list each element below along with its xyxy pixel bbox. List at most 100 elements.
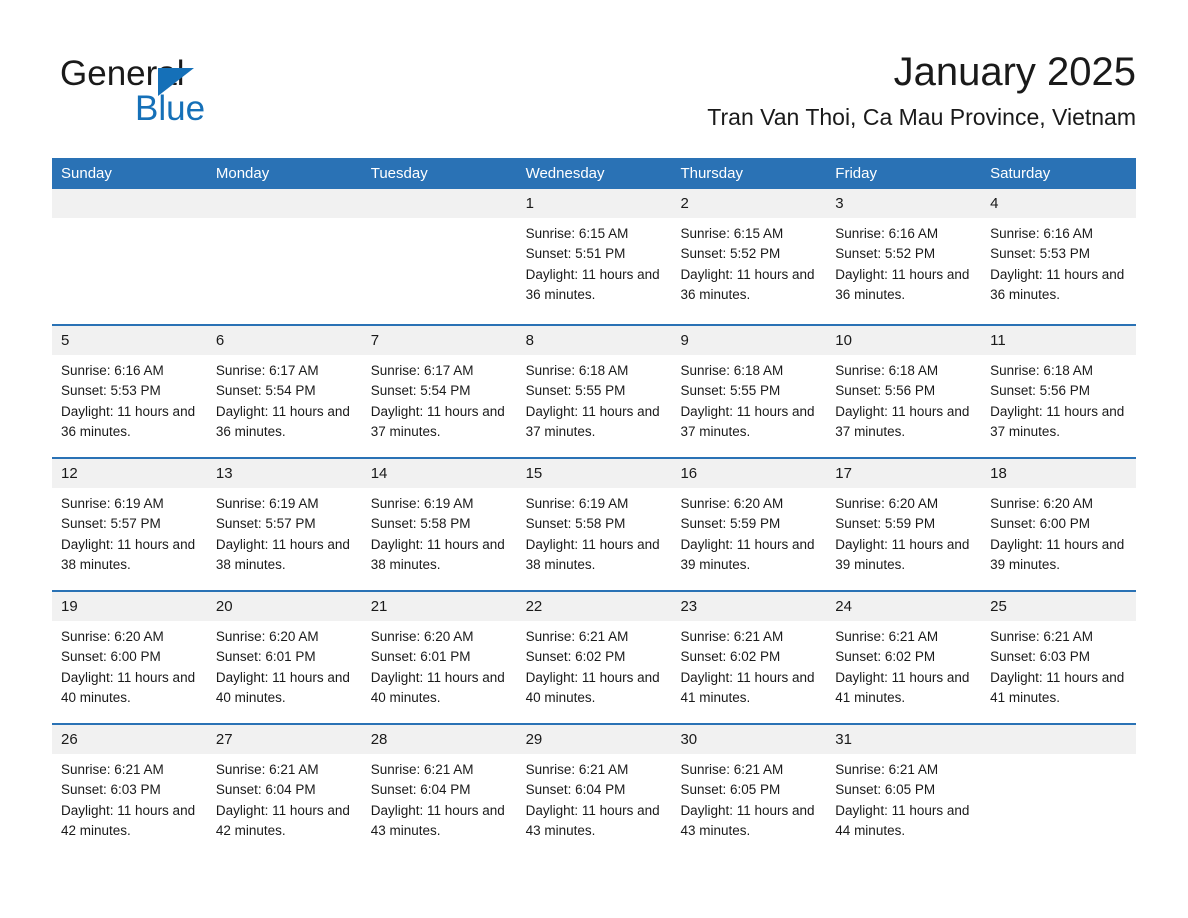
day-cell[interactable]: 17 Sunrise: 6:20 AM Sunset: 5:59 PM Dayl… [826,459,982,590]
weekday-header-thursday: Thursday [680,165,743,182]
day-cell[interactable]: 25 Sunrise: 6:21 AM Sunset: 6:03 PM Dayl… [981,592,1137,723]
daylight-text: Daylight: 11 hours and 38 minutes. [370,536,505,572]
calendar-page: General Blue January 2025 Tran Van Thoi,… [0,0,1188,918]
day-details: Sunrise: 6:21 AM Sunset: 6:04 PM Dayligh… [362,754,517,841]
sunrise-text: Sunrise: 6:21 AM [835,629,939,644]
day-cell[interactable]: 11 Sunrise: 6:18 AM Sunset: 5:56 PM Dayl… [981,326,1137,457]
sunrise-text: Sunrise: 6:16 AM [61,363,164,378]
day-details [52,218,207,224]
daylight-text: Daylight: 11 hours and 37 minutes. [370,403,505,439]
day-cell[interactable]: 29 Sunrise: 6:21 AM Sunset: 6:04 PM Dayl… [516,725,672,856]
sunrise-text: Sunrise: 6:21 AM [680,762,784,777]
sunset-text: Sunset: 5:58 PM [370,516,471,532]
day-cell[interactable]: 26 Sunrise: 6:21 AM Sunset: 6:03 PM Dayl… [52,725,207,856]
weekday-header-monday: Monday [215,165,270,182]
daylight-text: Daylight: 11 hours and 37 minutes. [835,403,970,439]
day-number-band: 18 [981,459,1137,488]
sunset-text: Sunset: 6:05 PM [835,782,936,798]
daylight-text: Daylight: 11 hours and 43 minutes. [680,802,815,838]
daylight-text: Daylight: 11 hours and 42 minutes. [61,802,196,838]
day-cell[interactable]: 30 Sunrise: 6:21 AM Sunset: 6:05 PM Dayl… [671,725,827,856]
day-number-band: 13 [206,459,362,488]
day-cell[interactable]: 9 Sunrise: 6:18 AM Sunset: 5:55 PM Dayli… [671,326,827,457]
day-cell[interactable]: 12 Sunrise: 6:19 AM Sunset: 5:57 PM Dayl… [52,459,207,590]
sunset-text: Sunset: 6:02 PM [680,649,781,665]
sunrise-text: Sunrise: 6:19 AM [370,496,474,511]
day-number-band [52,189,207,218]
day-cell[interactable]: 22 Sunrise: 6:21 AM Sunset: 6:02 PM Dayl… [516,592,672,723]
day-cell[interactable]: 31 Sunrise: 6:21 AM Sunset: 6:05 PM Dayl… [826,725,982,856]
day-cell[interactable] [52,189,207,324]
day-number-band: 2 [671,189,827,218]
day-cell[interactable]: 19 Sunrise: 6:20 AM Sunset: 6:00 PM Dayl… [52,592,207,723]
day-details: Sunrise: 6:19 AM Sunset: 5:57 PM Dayligh… [52,488,207,575]
day-details: Sunrise: 6:19 AM Sunset: 5:58 PM Dayligh… [517,488,672,575]
weekday-header-sunday: Sunday [61,165,112,182]
sunset-text: Sunset: 5:58 PM [525,516,626,532]
daylight-text: Daylight: 11 hours and 36 minutes. [835,266,970,302]
day-cell[interactable]: 5 Sunrise: 6:16 AM Sunset: 5:53 PM Dayli… [52,326,207,457]
day-cell[interactable]: 3 Sunrise: 6:16 AM Sunset: 5:52 PM Dayli… [826,189,982,324]
day-cell[interactable]: 28 Sunrise: 6:21 AM Sunset: 6:04 PM Dayl… [361,725,517,856]
day-cell[interactable]: 16 Sunrise: 6:20 AM Sunset: 5:59 PM Dayl… [671,459,827,590]
day-details: Sunrise: 6:15 AM Sunset: 5:51 PM Dayligh… [517,218,672,305]
day-cell[interactable]: 1 Sunrise: 6:15 AM Sunset: 5:51 PM Dayli… [516,189,672,324]
day-cell[interactable] [206,189,362,324]
day-cell[interactable]: 14 Sunrise: 6:19 AM Sunset: 5:58 PM Dayl… [361,459,517,590]
day-number: 2 [680,195,689,212]
sunset-text: Sunset: 6:01 PM [370,649,471,665]
day-cell[interactable]: 10 Sunrise: 6:18 AM Sunset: 5:56 PM Dayl… [826,326,982,457]
day-number-band: 25 [981,592,1137,621]
day-cell[interactable]: 15 Sunrise: 6:19 AM Sunset: 5:58 PM Dayl… [516,459,672,590]
daylight-text: Daylight: 11 hours and 43 minutes. [370,802,505,838]
day-cell[interactable]: 20 Sunrise: 6:20 AM Sunset: 6:01 PM Dayl… [206,592,362,723]
calendar-week-row: 5 Sunrise: 6:16 AM Sunset: 5:53 PM Dayli… [52,324,1137,457]
day-number: 13 [215,465,233,482]
day-cell[interactable]: 6 Sunrise: 6:17 AM Sunset: 5:54 PM Dayli… [206,326,362,457]
day-number-band [981,725,1137,754]
day-number-band: 16 [671,459,827,488]
day-number: 3 [835,195,844,212]
day-number-band: 3 [826,189,982,218]
sunset-text: Sunset: 5:54 PM [370,383,471,399]
day-cell[interactable]: 8 Sunrise: 6:18 AM Sunset: 5:55 PM Dayli… [516,326,672,457]
sunset-text: Sunset: 6:04 PM [525,782,626,798]
day-number: 21 [370,598,388,615]
weekday-header-tuesday: Tuesday [370,165,428,182]
daylight-text: Daylight: 11 hours and 39 minutes. [990,536,1125,572]
day-number-band [206,189,362,218]
day-number-band: 15 [516,459,672,488]
daylight-text: Daylight: 11 hours and 44 minutes. [835,802,970,838]
sunrise-text: Sunrise: 6:19 AM [215,496,319,511]
day-cell[interactable] [361,189,517,324]
sunrise-text: Sunrise: 6:20 AM [370,629,474,644]
sunrise-text: Sunrise: 6:21 AM [680,629,784,644]
day-details: Sunrise: 6:16 AM Sunset: 5:53 PM Dayligh… [981,218,1136,305]
day-cell[interactable]: 2 Sunrise: 6:15 AM Sunset: 5:52 PM Dayli… [671,189,827,324]
day-cell[interactable]: 27 Sunrise: 6:21 AM Sunset: 6:04 PM Dayl… [206,725,362,856]
day-number: 6 [215,332,225,349]
day-number-band: 30 [671,725,827,754]
day-cell[interactable]: 24 Sunrise: 6:21 AM Sunset: 6:02 PM Dayl… [826,592,982,723]
daylight-text: Daylight: 11 hours and 38 minutes. [525,536,660,572]
day-cell[interactable]: 23 Sunrise: 6:21 AM Sunset: 6:02 PM Dayl… [671,592,827,723]
day-cell[interactable]: 7 Sunrise: 6:17 AM Sunset: 5:54 PM Dayli… [361,326,517,457]
day-number: 5 [61,332,70,349]
day-details: Sunrise: 6:17 AM Sunset: 5:54 PM Dayligh… [362,355,517,442]
day-cell[interactable]: 21 Sunrise: 6:20 AM Sunset: 6:01 PM Dayl… [361,592,517,723]
day-details: Sunrise: 6:20 AM Sunset: 6:01 PM Dayligh… [207,621,362,708]
day-number-band: 26 [52,725,207,754]
day-number: 26 [61,731,78,748]
day-number-band: 19 [52,592,207,621]
day-cell[interactable]: 18 Sunrise: 6:20 AM Sunset: 6:00 PM Dayl… [981,459,1137,590]
generalblue-logo[interactable]: General Blue [60,54,320,136]
day-number: 20 [215,598,233,615]
day-cell[interactable] [981,725,1137,856]
daylight-text: Daylight: 11 hours and 41 minutes. [835,669,970,705]
day-cell[interactable]: 4 Sunrise: 6:16 AM Sunset: 5:53 PM Dayli… [981,189,1137,324]
day-number-band: 14 [361,459,517,488]
daylight-text: Daylight: 11 hours and 36 minutes. [680,266,815,302]
day-details: Sunrise: 6:18 AM Sunset: 5:55 PM Dayligh… [517,355,672,442]
calendar-week-row: 26 Sunrise: 6:21 AM Sunset: 6:03 PM Dayl… [52,723,1137,856]
day-cell[interactable]: 13 Sunrise: 6:19 AM Sunset: 5:57 PM Dayl… [206,459,362,590]
